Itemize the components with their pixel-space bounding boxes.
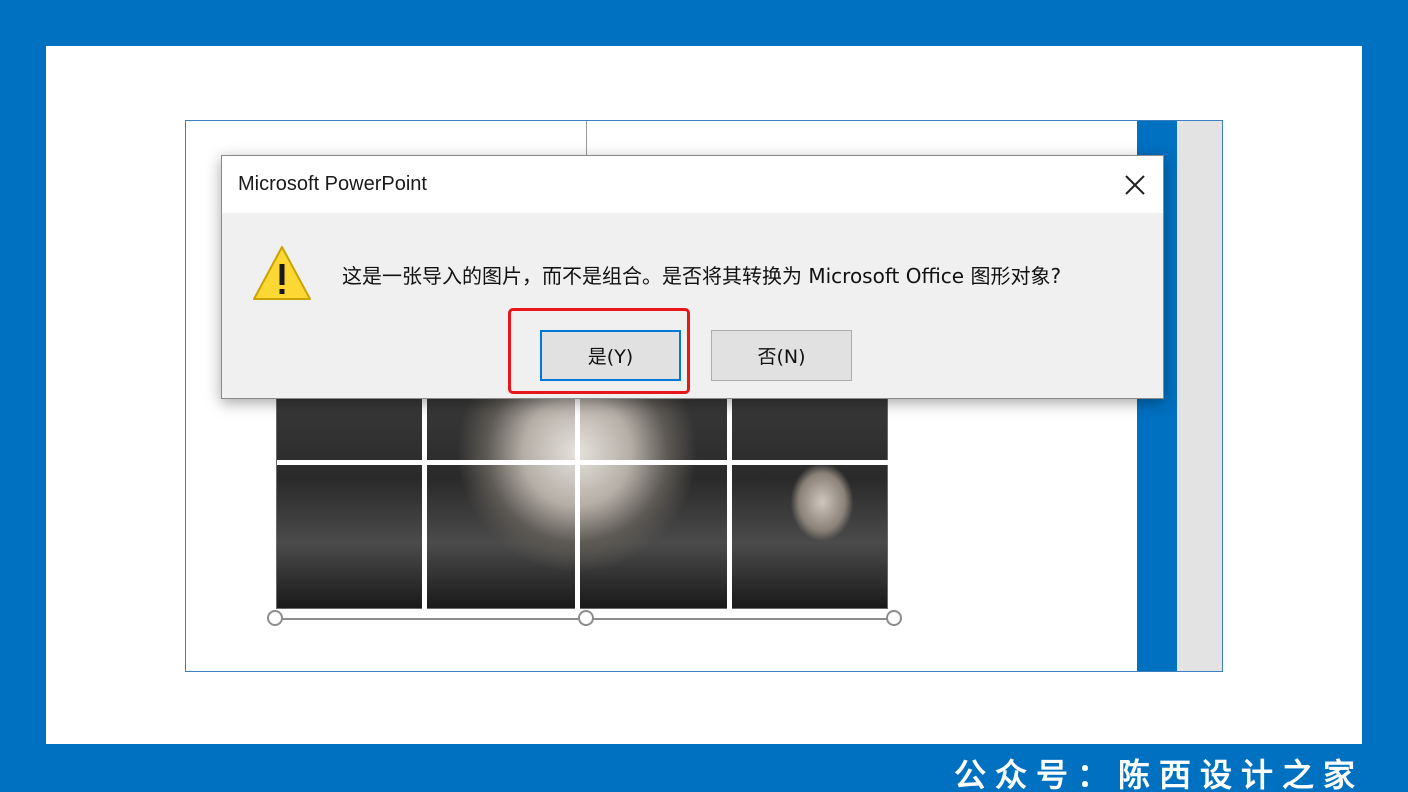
grid-line-vertical [422, 392, 427, 610]
grid-line-vertical [575, 392, 580, 610]
grid-line-horizontal [277, 460, 889, 465]
resize-handle-bottom-center[interactable] [578, 610, 594, 626]
dialog-message: 这是一张导入的图片，而不是组合。是否将其转换为 Microsoft Office… [342, 264, 1062, 288]
dialog-titlebar: Microsoft PowerPoint [222, 156, 1163, 213]
grid-line-vertical [727, 392, 732, 610]
resize-handle-bottom-left[interactable] [267, 610, 283, 626]
footer-credit: 公众号：陈西设计之家 [953, 756, 1364, 792]
close-button[interactable] [1115, 166, 1155, 204]
resize-handle-bottom-right[interactable] [886, 610, 902, 626]
warning-icon [253, 246, 311, 300]
close-icon [1125, 175, 1145, 195]
convert-picture-dialog: Microsoft PowerPoint 这是一张导入的图片，而不是组合。是否将… [221, 155, 1164, 399]
slide-side-panel [1177, 121, 1222, 671]
imported-photo[interactable] [276, 391, 889, 610]
no-button[interactable]: 否(N) [711, 330, 852, 381]
yes-button-highlight [508, 308, 690, 394]
dialog-title: Microsoft PowerPoint [238, 173, 427, 195]
